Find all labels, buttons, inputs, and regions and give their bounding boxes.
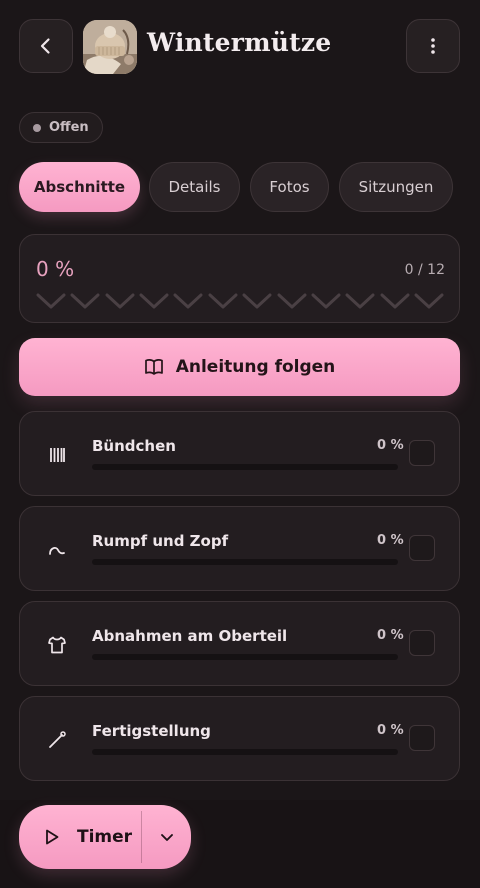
progress-chevron <box>105 293 135 309</box>
progress-chevron <box>70 293 100 309</box>
progress-chevron <box>173 293 203 309</box>
section-card[interactable]: Bündchen 0 % <box>19 411 460 496</box>
section-progress-bar <box>92 654 398 660</box>
section-progress-bar <box>92 559 398 565</box>
section-checkbox[interactable] <box>409 630 435 656</box>
progress-chevron <box>345 293 375 309</box>
overall-progress-card: 0 % 0 / 12 <box>19 234 460 323</box>
section-percent: 0 % <box>377 723 404 738</box>
section-percent: 0 % <box>377 438 404 453</box>
back-button[interactable] <box>19 19 73 73</box>
progress-chevron <box>311 293 341 309</box>
shirt-icon <box>46 634 68 656</box>
progress-chevrons <box>36 291 444 311</box>
timer-label: Timer <box>77 827 133 847</box>
more-options-button[interactable] <box>406 19 460 73</box>
tab-details[interactable]: Details <box>149 162 240 212</box>
progress-chevron <box>36 293 66 309</box>
overall-progress-count: 0 / 12 <box>404 262 445 278</box>
needle-icon <box>46 729 68 751</box>
progress-chevron <box>414 293 444 309</box>
status-badge: Offen <box>19 112 103 143</box>
progress-chevron <box>139 293 169 309</box>
section-card[interactable]: Abnahmen am Oberteil 0 % <box>19 601 460 686</box>
section-card[interactable]: Rumpf und Zopf 0 % <box>19 506 460 591</box>
progress-chevron <box>277 293 307 309</box>
timer-button[interactable]: Timer <box>19 805 141 869</box>
tab-abschnitte[interactable]: Abschnitte <box>19 162 140 212</box>
section-card[interactable]: Fertigstellung 0 % <box>19 696 460 781</box>
project-thumbnail <box>83 20 137 74</box>
section-name: Rumpf und Zopf <box>92 532 229 550</box>
overall-progress-percent: 0 % <box>36 257 75 281</box>
section-checkbox[interactable] <box>409 440 435 466</box>
timer-dropdown-button[interactable] <box>142 805 191 869</box>
section-percent: 0 % <box>377 533 404 548</box>
app-header: Wintermütze <box>0 0 480 100</box>
chevron-down-icon <box>160 834 173 841</box>
section-percent: 0 % <box>377 628 404 643</box>
section-progress-bar <box>92 464 398 470</box>
follow-instructions-label: Anleitung folgen <box>175 357 336 377</box>
book-open-icon <box>144 359 163 375</box>
play-icon <box>46 829 59 845</box>
section-name: Fertigstellung <box>92 722 211 740</box>
section-name: Bündchen <box>92 437 176 455</box>
ribbing-icon <box>46 444 68 466</box>
tab-sitzungen[interactable]: Sitzungen <box>339 162 453 212</box>
progress-chevron <box>208 293 238 309</box>
progress-chevron <box>380 293 410 309</box>
status-label: Offen <box>49 120 89 135</box>
tab-fotos[interactable]: Fotos <box>250 162 329 212</box>
section-checkbox[interactable] <box>409 535 435 561</box>
more-vertical-icon <box>431 38 435 54</box>
timer-button-group: Timer <box>19 805 191 869</box>
cable-icon <box>46 539 68 561</box>
section-name: Abnahmen am Oberteil <box>92 627 288 645</box>
page-title: Wintermütze <box>147 28 332 57</box>
section-checkbox[interactable] <box>409 725 435 751</box>
follow-instructions-button[interactable]: Anleitung folgen <box>19 338 460 396</box>
knit-hat-photo <box>83 20 137 74</box>
status-dot <box>33 123 41 132</box>
section-progress-bar <box>92 749 398 755</box>
chevron-left-icon <box>40 38 50 54</box>
progress-chevron <box>242 293 272 309</box>
